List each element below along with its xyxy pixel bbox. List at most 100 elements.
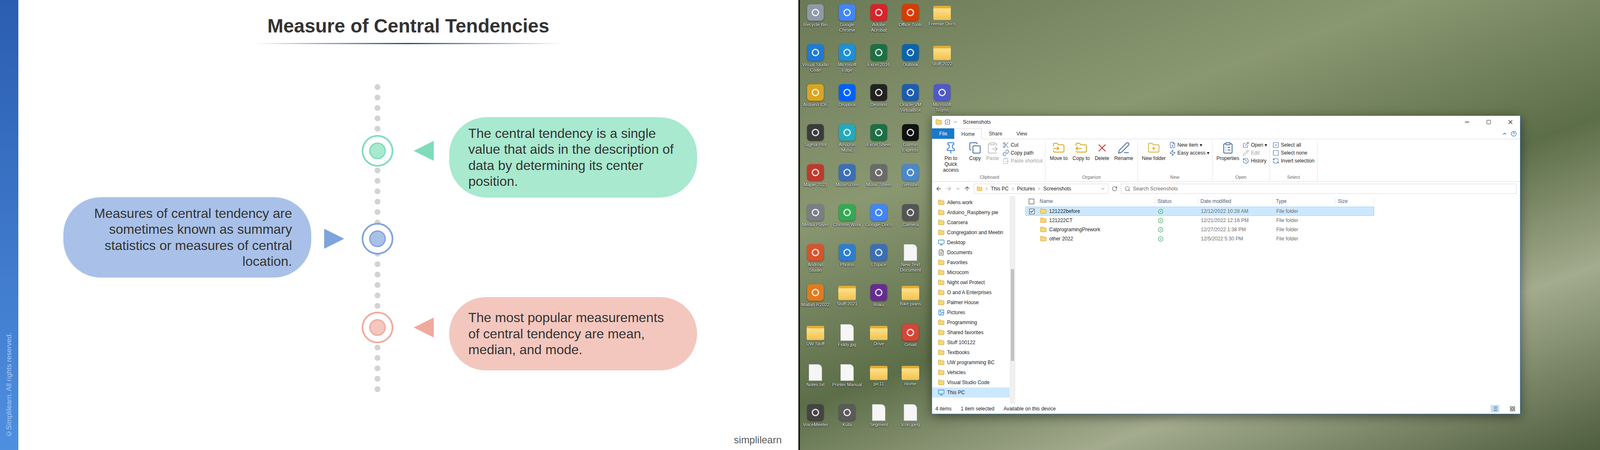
recent-icon[interactable] xyxy=(955,186,961,192)
ribbon-large-button[interactable]: Copy xyxy=(967,140,983,163)
row-checkbox[interactable] xyxy=(1029,227,1035,233)
desktop-icon[interactable]: Segment xyxy=(863,400,895,441)
file-row[interactable]: other 202212/5/2022 5:30 PMFile folder xyxy=(1025,234,1375,244)
desktop-icon[interactable]: Notes.txt xyxy=(800,360,831,401)
file-row[interactable]: CalprogramingPrework12/27/2022 1:38 PMFi… xyxy=(1025,225,1375,235)
nav-item[interactable]: Coarsera xyxy=(932,217,1010,228)
desktop-icon[interactable]: pic11 xyxy=(863,360,895,401)
desktop-icon[interactable]: Stuff 2021 xyxy=(831,280,863,321)
row-checkbox[interactable] xyxy=(1029,217,1035,224)
ribbon-small-button[interactable]: History xyxy=(1242,157,1268,165)
help-icon[interactable] xyxy=(1510,130,1517,137)
nav-item[interactable]: Stuff 100122 xyxy=(932,337,1010,348)
nav-item[interactable]: Microcom xyxy=(932,267,1010,278)
desktop-icon[interactable]: Icon.jpeg xyxy=(895,400,926,441)
nav-item[interactable]: Textbooks xyxy=(932,347,1010,358)
properties-icon[interactable] xyxy=(944,119,951,125)
minimize-button[interactable] xyxy=(1457,115,1477,129)
nav-item[interactable]: Arduino_Raspberry pie xyxy=(932,207,1010,218)
desktop-icon[interactable]: Google Chrome xyxy=(831,0,863,41)
close-button[interactable] xyxy=(1500,115,1520,129)
address-bar[interactable]: This PC Pictures Screenshots xyxy=(973,183,1109,194)
nav-item[interactable]: Allens work xyxy=(932,197,1010,208)
desktop-icon[interactable]: Excel Sheet xyxy=(863,120,895,161)
desktop-icon[interactable]: Office Tools xyxy=(895,0,926,41)
column-header[interactable]: Date modified xyxy=(1197,198,1274,205)
desktop-icon[interactable]: VoiceMeeter xyxy=(800,400,831,441)
nav-item[interactable]: UW programming BC xyxy=(932,357,1010,368)
ribbon-large-button[interactable]: Properties xyxy=(1215,140,1242,163)
column-header[interactable]: Name xyxy=(1037,198,1155,205)
ribbon-small-button[interactable]: New item ▾ xyxy=(1169,141,1210,149)
desktop-icon[interactable]: Amazon Music xyxy=(831,120,863,161)
file-row[interactable]: 121222CT12/21/2022 12:16 PMFile folder xyxy=(1025,215,1375,225)
desktop-icon[interactable]: Dropbox xyxy=(831,80,863,121)
desktop-icon[interactable]: LTspice xyxy=(863,240,895,281)
nav-item[interactable]: Shared favorites xyxy=(932,327,1010,338)
select-all-checkbox[interactable] xyxy=(1028,198,1035,205)
column-header[interactable]: Size xyxy=(1335,198,1375,205)
desktop-icon[interactable]: Home xyxy=(895,360,926,401)
ribbon-large-button[interactable]: Rename xyxy=(1112,140,1135,163)
desktop-icon[interactable]: Outlook xyxy=(895,40,926,81)
ribbon-tab[interactable]: Share xyxy=(981,128,1010,139)
desktop-icon[interactable]: Photos xyxy=(831,240,863,281)
nav-item[interactable]: O and A Enterprises xyxy=(932,287,1010,298)
desktop-icon[interactable]: Gmail xyxy=(895,320,926,361)
up-icon[interactable] xyxy=(963,185,971,193)
ribbon-large-button[interactable]: Paste xyxy=(984,140,1001,163)
nav-item[interactable]: Night owl Protect xyxy=(932,277,1010,288)
desktop-icon[interactable]: Google Docs xyxy=(863,200,895,241)
desktop-icon[interactable]: Android Studio xyxy=(800,240,831,281)
back-icon[interactable] xyxy=(935,185,943,193)
search-box[interactable]: Search Screenshots xyxy=(1120,183,1517,194)
desktop-icon[interactable]: Desmos xyxy=(863,80,895,121)
desktop-icon[interactable]: Oracle VM VirtualBox xyxy=(895,80,926,121)
desktop-icon[interactable]: Roku xyxy=(863,280,895,321)
desktop-icon[interactable]: Genshin xyxy=(895,160,926,201)
desktop-icon[interactable]: Microsoft Edge xyxy=(831,40,863,81)
scroll-thumb[interactable] xyxy=(1010,269,1015,361)
desktop-icon[interactable]: Music Sheet xyxy=(863,160,895,201)
nav-item[interactable]: Visual Studio Code xyxy=(932,377,1010,388)
desktop-icon[interactable]: Sigma Plot xyxy=(800,120,831,161)
desktop-icon[interactable]: Arduino IDE xyxy=(800,80,831,121)
ribbon-small-button[interactable]: Paste shortcut xyxy=(1002,157,1043,165)
desktop-icon[interactable]: Chrome Work xyxy=(831,200,863,241)
column-header[interactable]: Status xyxy=(1155,198,1198,205)
address-crumb[interactable]: This PC xyxy=(990,185,1009,192)
maximize-button[interactable] xyxy=(1479,115,1499,129)
nav-item[interactable]: Congregation and Meetin xyxy=(932,227,1010,238)
ribbon-small-button[interactable]: Select none xyxy=(1272,149,1315,157)
address-crumb[interactable]: Pictures xyxy=(1017,185,1035,192)
ribbon-small-button[interactable]: Select all xyxy=(1272,141,1315,149)
ribbon-tab[interactable]: File xyxy=(932,128,955,139)
desktop-icon[interactable]: Camera xyxy=(895,200,926,241)
forward-icon[interactable] xyxy=(945,185,953,193)
desktop-icon[interactable]: New Text Document xyxy=(895,240,926,281)
address-crumb[interactable]: Screenshots xyxy=(1043,185,1072,192)
desktop-icon[interactable]: Fiddy.jpg xyxy=(831,320,863,361)
desktop-icon[interactable]: Printer Manual xyxy=(831,360,863,401)
desktop-icon[interactable]: MuseScore xyxy=(831,160,863,201)
nav-item[interactable]: Pictures xyxy=(932,307,1010,318)
nav-item[interactable]: Desktop xyxy=(932,237,1010,248)
nav-scrollbar[interactable] xyxy=(1009,195,1016,404)
ribbon-small-button[interactable]: Easy access ▾ xyxy=(1169,149,1210,157)
desktop-icon[interactable]: Recycle Bin xyxy=(800,0,831,41)
desktop-icon[interactable]: Media Player xyxy=(800,200,831,241)
column-header[interactable]: Type xyxy=(1273,198,1336,205)
desktop-icon[interactable]: UW Stuff xyxy=(800,320,831,361)
ribbon-large-button[interactable]: Move to xyxy=(1047,140,1070,163)
details-view-button[interactable] xyxy=(1490,405,1500,413)
explorer-window[interactable]: ScreenshotsFileHomeShareViewPin to Quick… xyxy=(931,115,1521,415)
nav-item[interactable]: Documents xyxy=(932,247,1010,258)
collapse-icon[interactable] xyxy=(1501,130,1508,137)
nav-item[interactable]: Vehicles xyxy=(932,367,1010,378)
desktop-icon[interactable]: Visual Studio Code xyxy=(800,40,831,81)
desktop-icon[interactable]: Microsoft Teams xyxy=(926,80,958,121)
desktop-icon[interactable]: Excel 2016 xyxy=(863,40,895,81)
nav-item[interactable]: Palmer House xyxy=(932,297,1010,308)
desktop-icon[interactable]: Adobe Acrobat xyxy=(863,0,895,41)
customize-icon[interactable] xyxy=(952,119,958,125)
